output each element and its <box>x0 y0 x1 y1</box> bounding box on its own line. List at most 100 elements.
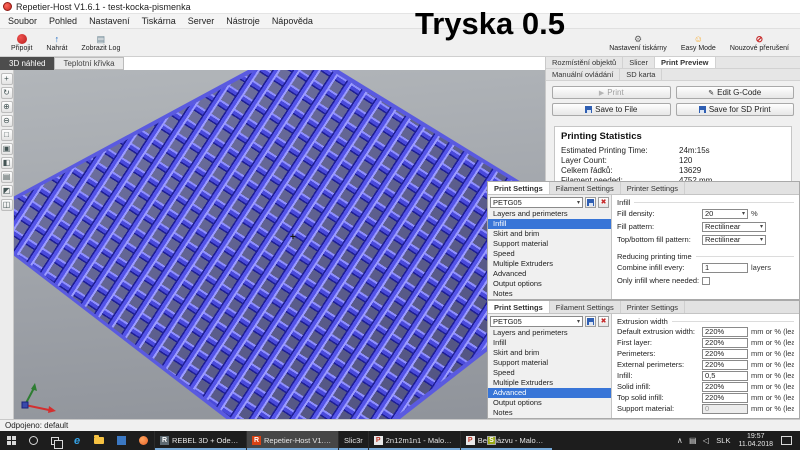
zoom-out-button[interactable]: ⊖ <box>1 115 13 127</box>
nav-support-material[interactable]: Support material <box>488 239 611 249</box>
load-button[interactable]: ↑ Nahrát <box>39 30 74 56</box>
nav-speed[interactable]: Speed <box>488 249 611 259</box>
tab-3d-view[interactable]: 3D náhled <box>0 57 54 70</box>
tab-slicer[interactable]: Slicer <box>623 57 655 68</box>
volume-icon[interactable]: ◁ <box>699 436 712 445</box>
save-profile-button[interactable] <box>585 197 596 208</box>
fit-view-button[interactable]: □ <box>1 129 13 141</box>
taskbar-clock[interactable]: 19:57 11.04.2018 <box>734 433 777 449</box>
only-infill-checkbox[interactable] <box>702 277 710 285</box>
nav-advanced[interactable]: Advanced <box>488 269 611 279</box>
network-icon[interactable]: ▤ <box>686 436 699 445</box>
default-extrusion-width-input[interactable]: 220% <box>702 327 748 337</box>
zoom-in-button[interactable]: ⊕ <box>1 101 13 113</box>
action-center-icon[interactable] <box>781 436 792 445</box>
menu-nastroje[interactable]: Nástroje <box>220 14 266 28</box>
profile-select[interactable]: PETG05 ▾ <box>490 316 583 327</box>
nav-layers-perimeters[interactable]: Layers and perimeters <box>488 209 611 219</box>
printer-settings-button[interactable]: ⚙ Nastavení tiskárny <box>602 30 674 56</box>
clock-date: 11.04.2018 <box>738 441 773 449</box>
iso-view-button[interactable]: ◩ <box>1 185 13 197</box>
3d-viewport[interactable]: + <box>14 70 545 419</box>
rotate-tool-button[interactable]: ↻ <box>1 87 13 99</box>
nav-output-options[interactable]: Output options <box>488 279 611 289</box>
tab-filament-settings[interactable]: Filament Settings <box>550 301 621 313</box>
grid-view-button[interactable]: ◫ <box>1 199 13 211</box>
nav-skirt-brim[interactable]: Skirt and brim <box>488 348 611 358</box>
tab-object-placement[interactable]: Rozmístění objektů <box>546 57 623 68</box>
language-indicator[interactable]: SLK <box>712 436 734 445</box>
tray-expand-icon[interactable]: ∧ <box>673 436 686 445</box>
menu-soubor[interactable]: Soubor <box>2 14 43 28</box>
start-button[interactable] <box>0 431 22 450</box>
infill-width-input[interactable]: 0,5 <box>702 371 748 381</box>
emergency-stop-button[interactable]: ⊘ Nouzové přerušení <box>723 30 796 56</box>
pinned-edge-button[interactable]: e <box>66 431 88 450</box>
nav-layers-perimeters[interactable]: Layers and perimeters <box>488 328 611 338</box>
taskbar-app-repetier[interactable]: R Repetier-Host V1.6... <box>246 431 338 450</box>
side-view-button[interactable]: ◧ <box>1 157 13 169</box>
extrusion-row: External perimeters: 220% mm or % (leave… <box>617 359 794 370</box>
top-solid-infill-input[interactable]: 220% <box>702 393 748 403</box>
menu-server[interactable]: Server <box>182 14 221 28</box>
nav-infill[interactable]: Infill <box>488 338 611 348</box>
show-log-button[interactable]: ▤ Zobrazit Log <box>74 30 127 56</box>
menu-tiskarna[interactable]: Tiskárna <box>136 14 182 28</box>
save-for-sd-button[interactable]: Save for SD Print <box>676 103 795 116</box>
tab-temperature-curve[interactable]: Teplotní křivka <box>54 57 123 70</box>
top-view-button[interactable]: ▤ <box>1 171 13 183</box>
tab-sd-card[interactable]: SD karta <box>620 69 662 80</box>
tab-print-settings[interactable]: Print Settings <box>488 301 550 313</box>
menu-nastaveni[interactable]: Nastavení <box>83 14 136 28</box>
nav-infill[interactable]: Infill <box>488 219 611 229</box>
fill-pattern-select[interactable]: Rectilinear ▾ <box>702 222 766 232</box>
first-layer-input[interactable]: 220% <box>702 338 748 348</box>
move-tool-button[interactable]: + <box>1 73 13 85</box>
save-profile-button[interactable] <box>585 316 596 327</box>
save-to-file-button[interactable]: Save to File <box>552 103 671 116</box>
taskbar-app-slic3r[interactable]: S Slic3r <box>338 431 368 450</box>
search-button[interactable] <box>22 431 44 450</box>
tab-printer-settings[interactable]: Printer Settings <box>621 301 685 313</box>
profile-select[interactable]: PETG05 ▾ <box>490 197 583 208</box>
easy-mode-button[interactable]: ☺ Easy Mode <box>674 30 723 56</box>
nav-output-options[interactable]: Output options <box>488 398 611 408</box>
solid-infill-input[interactable]: 220% <box>702 382 748 392</box>
perimeters-input[interactable]: 220% <box>702 349 748 359</box>
nav-notes[interactable]: Notes <box>488 289 611 299</box>
nav-support-material[interactable]: Support material <box>488 358 611 368</box>
nav-advanced[interactable]: Advanced <box>488 388 611 398</box>
support-material-width-input[interactable]: 0 <box>702 404 748 414</box>
taskbar-app-paint-2[interactable]: P Bez názvu - Malová... <box>460 431 552 450</box>
tab-print-preview[interactable]: Print Preview <box>655 57 716 68</box>
pinned-explorer-button[interactable] <box>88 431 110 450</box>
nav-multiple-extruders[interactable]: Multiple Extruders <box>488 378 611 388</box>
edit-gcode-button[interactable]: ✎ Edit G-Code <box>676 86 795 99</box>
menu-napoveda[interactable]: Nápověda <box>266 14 319 28</box>
external-perimeters-input[interactable]: 220% <box>702 360 748 370</box>
pinned-app-button[interactable] <box>110 431 132 450</box>
connect-button[interactable]: Připojit <box>4 30 39 56</box>
tab-printer-settings[interactable]: Printer Settings <box>621 182 685 194</box>
nav-multiple-extruders[interactable]: Multiple Extruders <box>488 259 611 269</box>
combine-infill-input[interactable]: 1 <box>702 263 748 273</box>
front-view-button[interactable]: ▣ <box>1 143 13 155</box>
top-bottom-pattern-select[interactable]: Rectilinear ▾ <box>702 235 766 245</box>
taskbar-app-paint-1[interactable]: P 2n12m1n1 - Malova... <box>368 431 460 450</box>
row-label: Support material: <box>617 404 699 413</box>
pinned-browser-button[interactable] <box>132 431 154 450</box>
nav-notes[interactable]: Notes <box>488 408 611 418</box>
taskbar-app-rebel3d[interactable]: R REBEL 3D + Odeslat... <box>154 431 246 450</box>
menu-pohled[interactable]: Pohled <box>43 14 83 28</box>
print-button[interactable]: ▶ Print <box>552 86 671 99</box>
delete-profile-button[interactable]: ✖ <box>598 316 609 327</box>
delete-profile-button[interactable]: ✖ <box>598 197 609 208</box>
fill-density-input[interactable]: 20 ▾ <box>702 209 748 219</box>
rotate-icon: ↻ <box>3 88 10 97</box>
tab-filament-settings[interactable]: Filament Settings <box>550 182 621 194</box>
tab-manual-control[interactable]: Manuální ovládání <box>546 69 620 80</box>
nav-skirt-brim[interactable]: Skirt and brim <box>488 229 611 239</box>
tab-print-settings[interactable]: Print Settings <box>488 182 550 194</box>
task-view-button[interactable] <box>44 431 66 450</box>
nav-speed[interactable]: Speed <box>488 368 611 378</box>
